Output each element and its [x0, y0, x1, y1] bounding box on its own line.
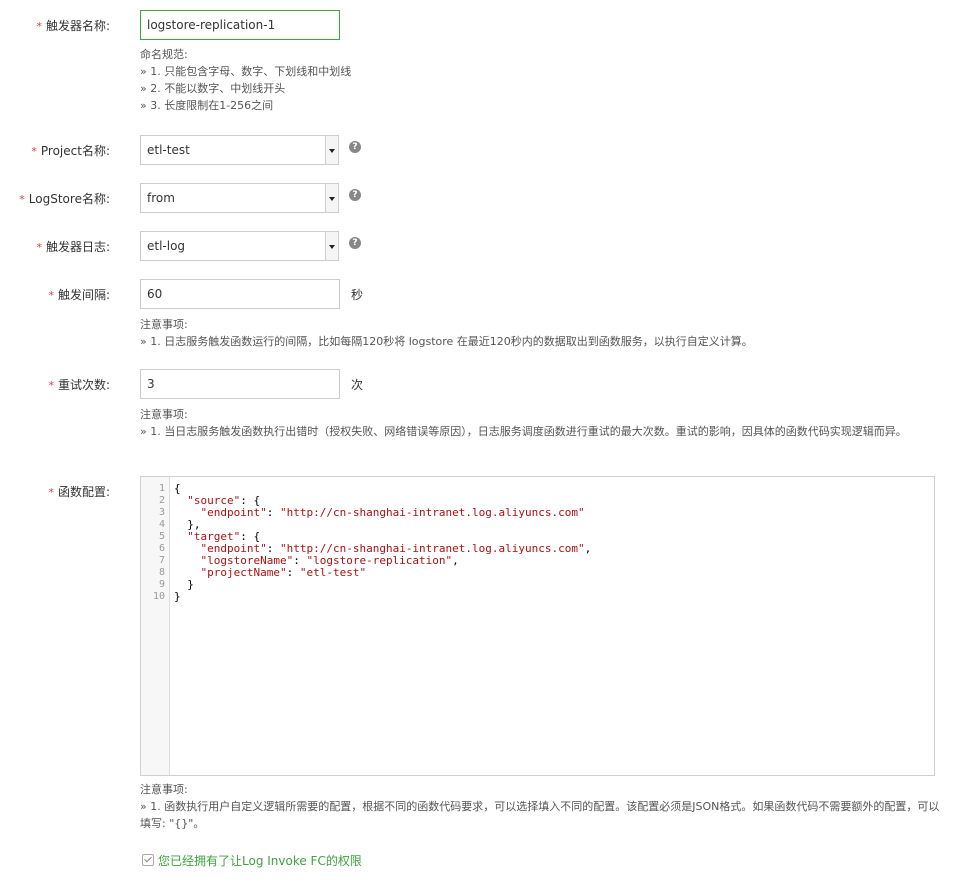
- line-number: 3: [158, 507, 165, 518]
- interval-label: * 触发间隔:: [48, 287, 110, 304]
- label-text: 重试次数:: [57, 378, 110, 392]
- note-title: 注意事项:: [140, 408, 188, 421]
- trigger-name-label: * 触发器名称:: [36, 18, 110, 35]
- function-config-note: 注意事项: » 1. 函数执行用户自定义逻辑所需要的配置，根据不同的函数代码要求…: [140, 781, 940, 832]
- required-mark: *: [31, 145, 37, 158]
- label-text: Project名称:: [40, 144, 110, 158]
- line-number: 6: [158, 543, 165, 554]
- editor-gutter: 1 2 3 4 5 6 7 8 9 10: [141, 477, 170, 775]
- function-config-label: * 函数配置:: [48, 484, 110, 501]
- interval-input[interactable]: 60: [140, 279, 340, 309]
- line-number: 5: [158, 531, 165, 542]
- note-line: » 1. 只能包含字母、数字、下划线和中划线: [140, 65, 352, 78]
- note-line: » 2. 不能以数字、中划线开头: [140, 82, 286, 95]
- editor-code[interactable]: { "source": { "endpoint": "http://cn-sha…: [174, 483, 591, 603]
- label-text: 触发器日志:: [45, 240, 110, 254]
- project-select[interactable]: etl-test: [140, 135, 339, 165]
- required-mark: *: [19, 193, 25, 206]
- chevron-down-icon[interactable]: [325, 184, 338, 212]
- code-line: "projectName": "etl-test": [200, 566, 367, 579]
- project-label: * Project名称:: [31, 143, 110, 160]
- trigger-log-select-value: etl-log: [147, 239, 186, 253]
- project-select-value: etl-test: [147, 143, 190, 157]
- function-config-editor[interactable]: 1 2 3 4 5 6 7 8 9 10 { "source": { "endp…: [140, 476, 935, 776]
- trigger-log-label: * 触发器日志:: [36, 239, 110, 256]
- logstore-select-value: from: [147, 191, 175, 205]
- retries-input[interactable]: 3: [140, 369, 340, 399]
- code-line: }: [174, 578, 194, 591]
- note-title: 注意事项:: [140, 783, 188, 796]
- trigger-name-input[interactable]: logstore-replication-1: [140, 10, 340, 40]
- required-mark: *: [48, 289, 54, 302]
- note-title: 命名规范:: [140, 48, 188, 61]
- help-icon[interactable]: ?: [349, 237, 361, 249]
- note-line: » 1. 日志服务触发函数运行的间隔，比如每隔120秒将 logstore 在最…: [140, 335, 753, 348]
- required-mark: *: [48, 486, 54, 499]
- label-text: 函数配置:: [57, 485, 110, 499]
- retries-unit: 次: [351, 378, 364, 392]
- trigger-log-select[interactable]: etl-log: [140, 231, 339, 261]
- logstore-select[interactable]: from: [140, 183, 339, 213]
- naming-rules-note: 命名规范: » 1. 只能包含字母、数字、下划线和中划线 » 2. 不能以数字、…: [140, 46, 351, 114]
- interval-unit: 秒: [351, 288, 364, 302]
- required-mark: *: [48, 379, 54, 392]
- interval-note: 注意事项: » 1. 日志服务触发函数运行的间隔，比如每隔120秒将 logst…: [140, 316, 753, 350]
- line-number: 2: [158, 495, 165, 506]
- label-text: LogStore名称:: [28, 192, 110, 206]
- required-mark: *: [36, 20, 42, 33]
- note-title: 注意事项:: [140, 318, 188, 331]
- checkbox-checked-icon[interactable]: [142, 854, 154, 866]
- required-mark: *: [36, 241, 42, 254]
- code-line: "endpoint": "http://cn-shanghai-intranet…: [200, 506, 585, 519]
- retries-label: * 重试次数:: [48, 377, 110, 394]
- line-number: 9: [158, 579, 165, 590]
- retries-note: 注意事项: » 1. 当日志服务触发函数执行出错时（授权失败、网络错误等原因），…: [140, 406, 940, 440]
- logstore-label: * LogStore名称:: [19, 191, 110, 208]
- chevron-down-icon[interactable]: [325, 136, 338, 164]
- line-number: 7: [158, 555, 165, 566]
- help-icon[interactable]: ?: [349, 189, 361, 201]
- permission-check[interactable]: 您已经拥有了让Log Invoke FC的权限: [142, 852, 362, 869]
- line-number: 10: [152, 591, 165, 602]
- chevron-down-icon[interactable]: [325, 232, 338, 260]
- label-text: 触发间隔:: [57, 288, 110, 302]
- note-line: » 1. 当日志服务触发函数执行出错时（授权失败、网络错误等原因），日志服务调度…: [140, 425, 907, 438]
- note-line: » 3. 长度限制在1-256之间: [140, 99, 274, 112]
- label-text: 触发器名称:: [45, 19, 110, 33]
- note-line: » 1. 函数执行用户自定义逻辑所需要的配置，根据不同的函数代码要求，可以选择填…: [140, 800, 940, 830]
- code-line: }: [174, 590, 181, 603]
- line-number: 8: [158, 567, 165, 578]
- help-icon[interactable]: ?: [349, 141, 361, 153]
- permission-text: 您已经拥有了让Log Invoke FC的权限: [158, 854, 362, 868]
- line-number: 4: [158, 519, 165, 530]
- line-number: 1: [158, 483, 165, 494]
